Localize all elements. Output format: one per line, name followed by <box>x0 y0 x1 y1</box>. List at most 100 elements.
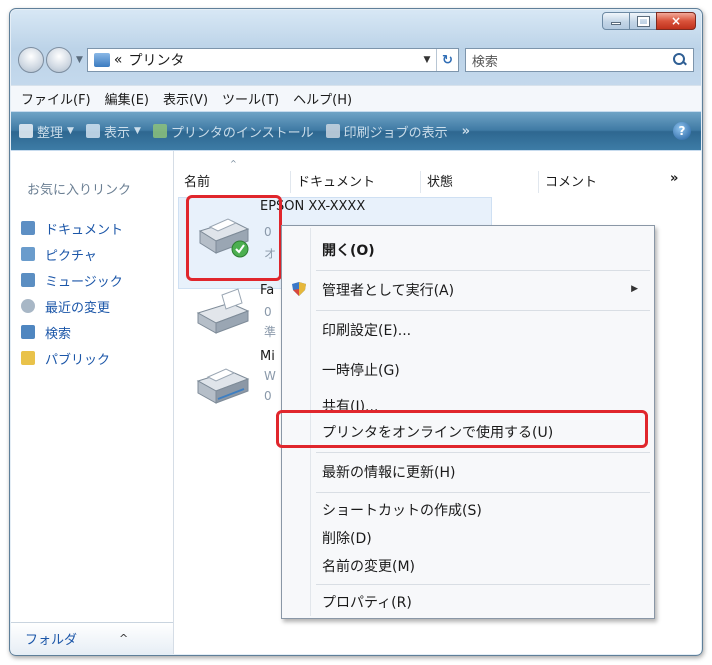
back-button[interactable] <box>18 47 44 73</box>
folders-toggle[interactable]: フォルダ ^ <box>11 622 173 654</box>
menu-view[interactable]: 表示(V) <box>163 89 208 108</box>
fav-item-public[interactable]: パブリック <box>21 345 123 371</box>
address-dropdown-icon[interactable]: ▼ <box>418 55 436 65</box>
printer-name: Fa <box>260 283 275 298</box>
context-menu-printing-preferences[interactable]: 印刷設定(E)... <box>322 320 411 340</box>
music-icon <box>21 273 35 287</box>
fav-item-label: ピクチャ <box>45 248 97 264</box>
context-menu-create-shortcut[interactable]: ショートカットの作成(S) <box>322 500 482 520</box>
context-menu-separator <box>316 452 650 453</box>
fav-item-recent[interactable]: 最近の変更 <box>21 293 123 319</box>
address-bar[interactable]: « プリンタ ▼ ↻ <box>86 48 459 72</box>
refresh-icon[interactable]: ↻ <box>435 49 458 71</box>
public-folder-icon <box>21 351 35 365</box>
fav-item-label: ドキュメント <box>45 222 124 238</box>
recent-changes-icon <box>21 299 35 313</box>
fax-icon <box>196 288 250 334</box>
column-headers: ^ 名前 ドキュメント 状態 コメント » <box>174 151 701 195</box>
folders-label: フォルダ <box>25 633 78 648</box>
add-printer-label: プリンタのインストール <box>170 125 314 141</box>
printer-jobs: 0 <box>264 389 272 403</box>
search-input[interactable]: 検索 <box>472 51 673 70</box>
organize-dropdown-icon: ▼ <box>67 126 74 136</box>
use-online-highlight <box>276 410 648 448</box>
search-icon[interactable] <box>673 53 687 67</box>
context-menu-refresh[interactable]: 最新の情報に更新(H) <box>322 462 455 482</box>
printer-icon <box>196 368 250 404</box>
organize-icon <box>19 124 33 138</box>
organize-label: 整理 <box>37 125 64 141</box>
explorer-window: × ▼ « プリンタ ▼ ↻ 検索 ファイル(F) 編集(E) 表示(V) ツー… <box>9 8 703 656</box>
add-printer-button[interactable]: プリンタのインストール <box>152 122 314 141</box>
context-menu-properties[interactable]: プロパティ(R) <box>322 592 412 612</box>
address-overflow-chevron[interactable]: « <box>114 52 123 68</box>
column-header-comment[interactable]: コメント <box>538 171 597 193</box>
favorite-links-title: お気に入りリンク <box>27 183 132 198</box>
maximize-icon <box>636 15 650 27</box>
printer-name: Mi <box>260 349 275 364</box>
favorite-links-list: ドキュメント ピクチャ ミュージック 最近の変更 検索 パブリック <box>21 215 123 371</box>
fav-item-documents[interactable]: ドキュメント <box>21 215 123 241</box>
caption-buttons: × <box>602 12 696 30</box>
views-dropdown-icon: ▼ <box>133 126 141 136</box>
column-header-status[interactable]: 状態 <box>420 171 453 193</box>
fav-item-label: 最近の変更 <box>45 300 111 316</box>
columns-overflow-chevron[interactable]: » <box>664 171 678 193</box>
views-icon <box>85 124 100 138</box>
menu-bar: ファイル(F) 編集(E) 表示(V) ツール(T) ヘルプ(H) <box>11 85 701 111</box>
context-menu-run-as-admin[interactable]: 管理者として実行(A) <box>322 280 454 300</box>
context-menu-separator <box>316 584 650 585</box>
help-icon[interactable]: ? <box>673 122 691 140</box>
toolbar-overflow-chevron[interactable]: » <box>462 124 470 139</box>
fav-item-label: パブリック <box>45 352 111 368</box>
fav-item-search[interactable]: 検索 <box>21 319 123 345</box>
views-button[interactable]: 表示 ▼ <box>85 122 141 141</box>
context-menu-rename[interactable]: 名前の変更(M) <box>322 556 415 576</box>
context-menu: 開く(O) 管理者として実行(A) ▶ 印刷設定(E)... 一時停止(G) 共… <box>276 225 655 619</box>
context-menu-delete[interactable]: 削除(D) <box>322 528 372 548</box>
print-jobs-label: 印刷ジョブの表示 <box>343 125 448 141</box>
close-icon: × <box>670 14 682 28</box>
documents-icon <box>21 221 35 235</box>
fav-item-music[interactable]: ミュージック <box>21 267 123 293</box>
command-bar: 整理 ▼ 表示 ▼ プリンタのインストール 印刷ジョブの表示 » ? <box>11 112 701 150</box>
search-folder-icon <box>21 325 35 339</box>
context-menu-separator <box>316 270 650 271</box>
minimize-button[interactable] <box>602 12 630 30</box>
navigation-pane: お気に入りリンク ドキュメント ピクチャ ミュージック 最近の変更 検索 パブリ… <box>11 151 174 654</box>
sort-ascending-icon: ^ <box>230 159 237 168</box>
fav-item-pictures[interactable]: ピクチャ <box>21 241 123 267</box>
address-path[interactable]: プリンタ <box>129 50 418 70</box>
menu-file[interactable]: ファイル(F) <box>21 89 91 108</box>
menu-edit[interactable]: 編集(E) <box>105 89 149 108</box>
views-label: 表示 <box>103 125 130 141</box>
context-menu-separator <box>316 310 650 311</box>
organize-button[interactable]: 整理 ▼ <box>19 122 74 141</box>
menu-tools[interactable]: ツール(T) <box>222 89 279 108</box>
menu-help[interactable]: ヘルプ(H) <box>293 89 352 108</box>
forward-button[interactable] <box>46 47 72 73</box>
admin-shield-icon <box>292 282 306 296</box>
fav-item-label: 検索 <box>45 326 72 342</box>
context-menu-pause[interactable]: 一時停止(G) <box>322 360 400 380</box>
maximize-button[interactable] <box>629 12 657 30</box>
fav-item-label: ミュージック <box>45 274 123 290</box>
address-row: ▼ « プリンタ ▼ ↻ 検索 <box>18 45 694 75</box>
submenu-arrow-icon: ▶ <box>631 284 638 294</box>
column-header-name[interactable]: 名前 <box>178 171 210 193</box>
printer-subtitle: W <box>264 369 276 383</box>
printer-status: 準 <box>264 325 277 339</box>
print-jobs-button[interactable]: 印刷ジョブの表示 <box>325 122 448 141</box>
context-menu-open[interactable]: 開く(O) <box>322 240 375 260</box>
print-jobs-icon <box>325 124 340 138</box>
add-printer-icon <box>152 124 167 138</box>
pictures-icon <box>21 247 35 261</box>
column-header-documents[interactable]: ドキュメント <box>290 171 375 193</box>
recent-pages-dropdown-icon[interactable]: ▼ <box>76 55 83 65</box>
chevron-up-icon: ^ <box>119 632 129 645</box>
minimize-icon <box>611 22 621 25</box>
printer-jobs: 0 <box>264 305 272 319</box>
printers-folder-icon <box>93 53 110 67</box>
close-button[interactable]: × <box>656 12 696 30</box>
search-box[interactable]: 検索 <box>464 48 694 72</box>
